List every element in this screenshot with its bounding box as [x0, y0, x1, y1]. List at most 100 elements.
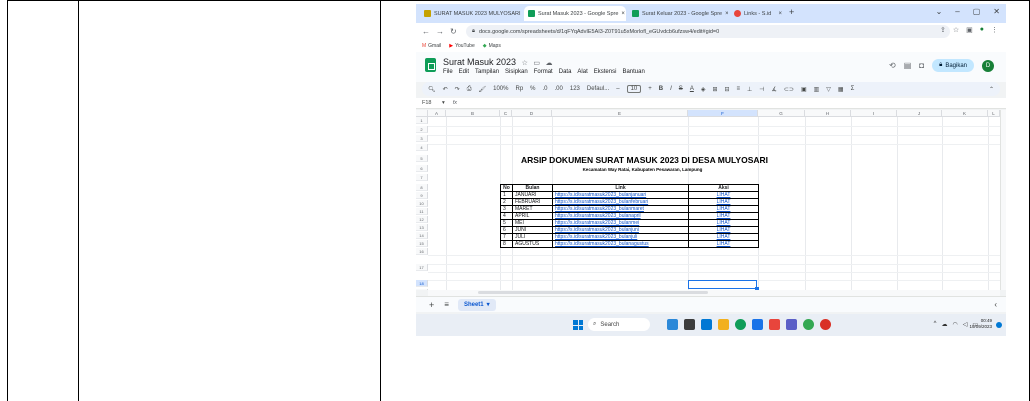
cell-bulan[interactable]: FEBRUARI: [512, 198, 553, 206]
cell-aksi-link[interactable]: LIHAT: [688, 198, 759, 206]
star-icon[interactable]: ☆: [953, 26, 959, 34]
row-header[interactable]: 13: [416, 224, 428, 231]
cell-no[interactable]: 8: [500, 240, 513, 248]
cell-link[interactable]: https://s.id/suratmasuk2023_bulanapril: [552, 212, 689, 220]
column-header[interactable]: G: [758, 110, 805, 117]
zoom-select[interactable]: 100%: [493, 86, 508, 92]
row-header[interactable]: 14: [416, 232, 428, 239]
browser-tab-1[interactable]: SURAT MASUK 2023 MULYOSARI ×: [420, 6, 522, 21]
row-header[interactable]: 1: [416, 117, 428, 124]
address-bar[interactable]: 🔒︎ docs.google.com/spreadsheets/d/1qFYqA…: [466, 25, 950, 38]
bookmark-gmail[interactable]: M Gmail: [422, 43, 441, 49]
decrease-decimal-button[interactable]: .0: [543, 86, 548, 92]
cell-aksi-link[interactable]: LIHAT: [688, 191, 759, 199]
italic-button[interactable]: I: [670, 86, 672, 92]
cell-aksi-link[interactable]: LIHAT: [688, 205, 759, 213]
wifi-icon[interactable]: ◠: [952, 321, 957, 328]
cell-no[interactable]: 1: [500, 191, 513, 199]
align-icon[interactable]: ≡: [737, 86, 741, 92]
task-view-icon[interactable]: [684, 319, 695, 330]
avatar[interactable]: D: [982, 59, 994, 72]
row-header[interactable]: 5: [416, 155, 428, 162]
row-header[interactable]: 2: [416, 126, 428, 133]
cell-bulan[interactable]: JUNI: [512, 226, 553, 234]
strikethrough-button[interactable]: S: [679, 86, 683, 92]
cell-no[interactable]: 5: [500, 219, 513, 227]
sidepanel-icon[interactable]: ▣: [966, 26, 973, 34]
opera-app-icon[interactable]: [820, 319, 831, 330]
increase-decimal-button[interactable]: .00: [555, 86, 563, 92]
new-tab-button[interactable]: +: [789, 7, 794, 17]
maximize-button[interactable]: ▢: [973, 7, 981, 16]
redo-icon[interactable]: ↷: [455, 86, 460, 93]
bookmark-youtube[interactable]: ▶ YouTube: [449, 43, 475, 49]
close-window-button[interactable]: ✕: [993, 7, 1000, 16]
volume-icon[interactable]: ◁: [963, 321, 968, 328]
cell-aksi-link[interactable]: LIHAT: [688, 219, 759, 227]
row-header[interactable]: 4: [416, 144, 428, 151]
add-sheet-button[interactable]: +: [429, 300, 434, 310]
selected-cell-f18[interactable]: [688, 280, 759, 290]
browser-tab-2[interactable]: Surat Masuk 2023 - Google Spre ×: [524, 6, 626, 21]
clock[interactable]: 00:49 19/09/2023: [969, 318, 992, 330]
share-page-icon[interactable]: ⇪: [940, 26, 946, 34]
select-all-corner[interactable]: [416, 110, 428, 117]
explore-collapse-icon[interactable]: ‹: [994, 300, 997, 309]
forward-icon[interactable]: →: [436, 27, 444, 36]
name-box[interactable]: F18: [416, 100, 442, 106]
cell-no[interactable]: 7: [500, 233, 513, 241]
column-header[interactable]: C: [500, 110, 512, 117]
close-icon[interactable]: ×: [725, 11, 728, 17]
edge-app-icon[interactable]: [701, 319, 712, 330]
menu-insert[interactable]: Sisipkan: [505, 69, 528, 75]
back-icon[interactable]: ←: [422, 27, 430, 36]
filter-icon[interactable]: ▽: [826, 86, 831, 93]
sheets-logo-icon[interactable]: [425, 58, 436, 72]
profile-icon[interactable]: ●: [980, 26, 984, 34]
browser-tab-4[interactable]: Links - S.id ×: [730, 6, 786, 21]
row-header[interactable]: 16: [416, 248, 428, 255]
cell-no[interactable]: 6: [500, 226, 513, 234]
collapse-toolbar-icon[interactable]: ⌃: [989, 86, 994, 93]
row-header[interactable]: 11: [416, 208, 428, 215]
reload-icon[interactable]: ↻: [450, 27, 457, 36]
bold-button[interactable]: B: [659, 86, 663, 92]
vertical-scrollbar[interactable]: [1000, 110, 1006, 290]
percent-button[interactable]: %: [530, 86, 535, 92]
close-icon[interactable]: ×: [621, 11, 625, 17]
media-app-icon[interactable]: [769, 319, 780, 330]
chart-icon[interactable]: ▥: [814, 86, 820, 93]
text-color-button[interactable]: A: [690, 86, 694, 92]
photos-app-icon[interactable]: [803, 319, 814, 330]
search-menu-icon[interactable]: 🔍︎: [428, 86, 436, 93]
row-header[interactable]: 3: [416, 135, 428, 142]
windows-start-icon[interactable]: [573, 320, 583, 330]
column-header[interactable]: F: [688, 110, 758, 117]
wrap-icon[interactable]: ⊣: [759, 86, 764, 93]
document-title[interactable]: Surat Masuk 2023 ☆ ▭ ☁: [443, 57, 553, 67]
font-size-decrease[interactable]: –: [616, 86, 619, 92]
chrome-app-icon[interactable]: [735, 319, 746, 330]
cell-no[interactable]: 3: [500, 205, 513, 213]
column-header[interactable]: H: [805, 110, 851, 117]
name-box-dropdown-icon[interactable]: ▾: [442, 100, 445, 106]
column-header[interactable]: D: [512, 110, 552, 117]
more-icon[interactable]: ⋮: [991, 26, 998, 34]
history-icon[interactable]: ⟲: [889, 61, 896, 70]
cell-link[interactable]: https://s.id/suratmasuk2023_bulanmei: [552, 219, 689, 227]
column-header[interactable]: I: [851, 110, 897, 117]
scroll-thumb[interactable]: [478, 291, 708, 294]
row-header[interactable]: 15: [416, 240, 428, 247]
column-header[interactable]: A: [428, 110, 446, 117]
cell-link[interactable]: https://s.id/suratmasuk2023_bulanjuli: [552, 233, 689, 241]
link-icon[interactable]: ⊂⊃: [784, 86, 794, 93]
browser-tab-3[interactable]: Surat Keluar 2023 - Google Spre ×: [628, 6, 728, 21]
comments-icon[interactable]: ▤: [904, 61, 912, 70]
print-icon[interactable]: ⎙: [467, 86, 472, 93]
column-header[interactable]: K: [942, 110, 988, 117]
row-header[interactable]: 17: [416, 264, 428, 271]
notification-icon[interactable]: [996, 322, 1002, 328]
row-header[interactable]: 10: [416, 200, 428, 207]
valign-icon[interactable]: ⊥: [747, 86, 752, 93]
cell-link[interactable]: https://s.id/suratmasuk2023_bulanjanuari: [552, 191, 689, 199]
